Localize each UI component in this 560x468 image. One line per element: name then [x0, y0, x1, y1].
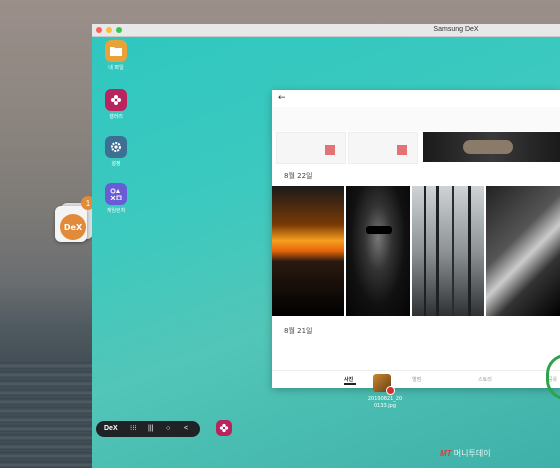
photo-detail	[424, 186, 426, 316]
game-launcher-label: 게임런처	[106, 208, 126, 214]
game-launcher-icon	[110, 188, 122, 200]
gear-icon	[111, 142, 121, 152]
gallery-tab-bar: 사진 앨범 스토리 공유	[272, 370, 560, 388]
taskbar-gallery-app[interactable]	[216, 420, 232, 436]
dex-logo-icon: DeX	[60, 214, 86, 240]
photo-thumbnail[interactable]	[486, 186, 560, 316]
dex-logo-label: DeX	[63, 222, 83, 232]
my-files-app[interactable]	[105, 40, 127, 62]
gallery-app[interactable]	[105, 89, 127, 111]
settings-label: 설정	[111, 161, 121, 167]
dex-window[interactable]: Samsung DeX 내 파일 갤러리 설정 게임런처 ← 8월 22일 8월…	[92, 24, 560, 468]
tab-stories[interactable]: 스토리	[478, 376, 492, 383]
date-header: 8월 21일	[284, 327, 313, 335]
photo-detail	[366, 226, 392, 234]
game-launcher-app[interactable]	[105, 183, 127, 205]
apps-grid-icon[interactable]: ⁝⁝⁝	[130, 421, 137, 437]
window-title: Samsung DeX	[433, 26, 479, 33]
photo-detail	[325, 145, 335, 155]
gallery-flower-icon	[111, 95, 121, 105]
folder-icon	[110, 47, 122, 56]
watermark: MT 머니투데이	[440, 448, 491, 459]
back-icon[interactable]: <	[184, 421, 188, 437]
watermark-logo: MT	[440, 449, 452, 458]
dex-menu-button[interactable]: DeX	[104, 421, 118, 437]
my-files-label: 내 파일	[108, 65, 124, 71]
photo-thumbnail[interactable]	[423, 132, 560, 162]
dex-taskbar: DeX ⁝⁝⁝ ||| ○ <	[96, 421, 200, 437]
photo-detail	[468, 186, 471, 316]
gallery-toolbar	[272, 107, 560, 131]
photo-thumbnail[interactable]	[346, 186, 410, 316]
date-header: 8월 22일	[284, 172, 313, 180]
gallery-label: 갤러리	[109, 114, 123, 120]
photo-detail	[463, 140, 513, 154]
photo-detail	[397, 145, 407, 155]
photo-thumbnail[interactable]	[348, 132, 418, 164]
photo-thumbnail[interactable]	[276, 132, 346, 164]
dex-card-front: DeX	[55, 206, 87, 242]
photo-detail	[452, 186, 454, 316]
settings-app[interactable]	[105, 136, 127, 158]
photo-thumbnail[interactable]	[412, 186, 484, 316]
recents-icon[interactable]: |||	[148, 421, 153, 437]
file-label: 20190821_20 0133.jpg	[358, 396, 412, 410]
back-arrow-icon[interactable]: ←	[278, 93, 286, 103]
tab-albums[interactable]: 앨범	[412, 376, 421, 383]
tab-photos[interactable]: 사진	[344, 376, 353, 383]
photo-thumbnail[interactable]	[272, 186, 344, 316]
watermark-text: 머니투데이	[453, 449, 491, 458]
gallery-window[interactable]: ← 8월 22일 8월 21일 사진 앨범 스토리 공유	[272, 90, 560, 388]
active-tab-indicator	[344, 383, 356, 385]
file-label-line1: 20190821_20	[367, 396, 403, 402]
file-label-line2: 0133.jpg	[373, 403, 397, 409]
gallery-flower-icon	[219, 423, 229, 433]
photo-detail	[436, 186, 439, 316]
home-icon[interactable]: ○	[166, 421, 170, 437]
file-badge-icon	[386, 386, 395, 395]
